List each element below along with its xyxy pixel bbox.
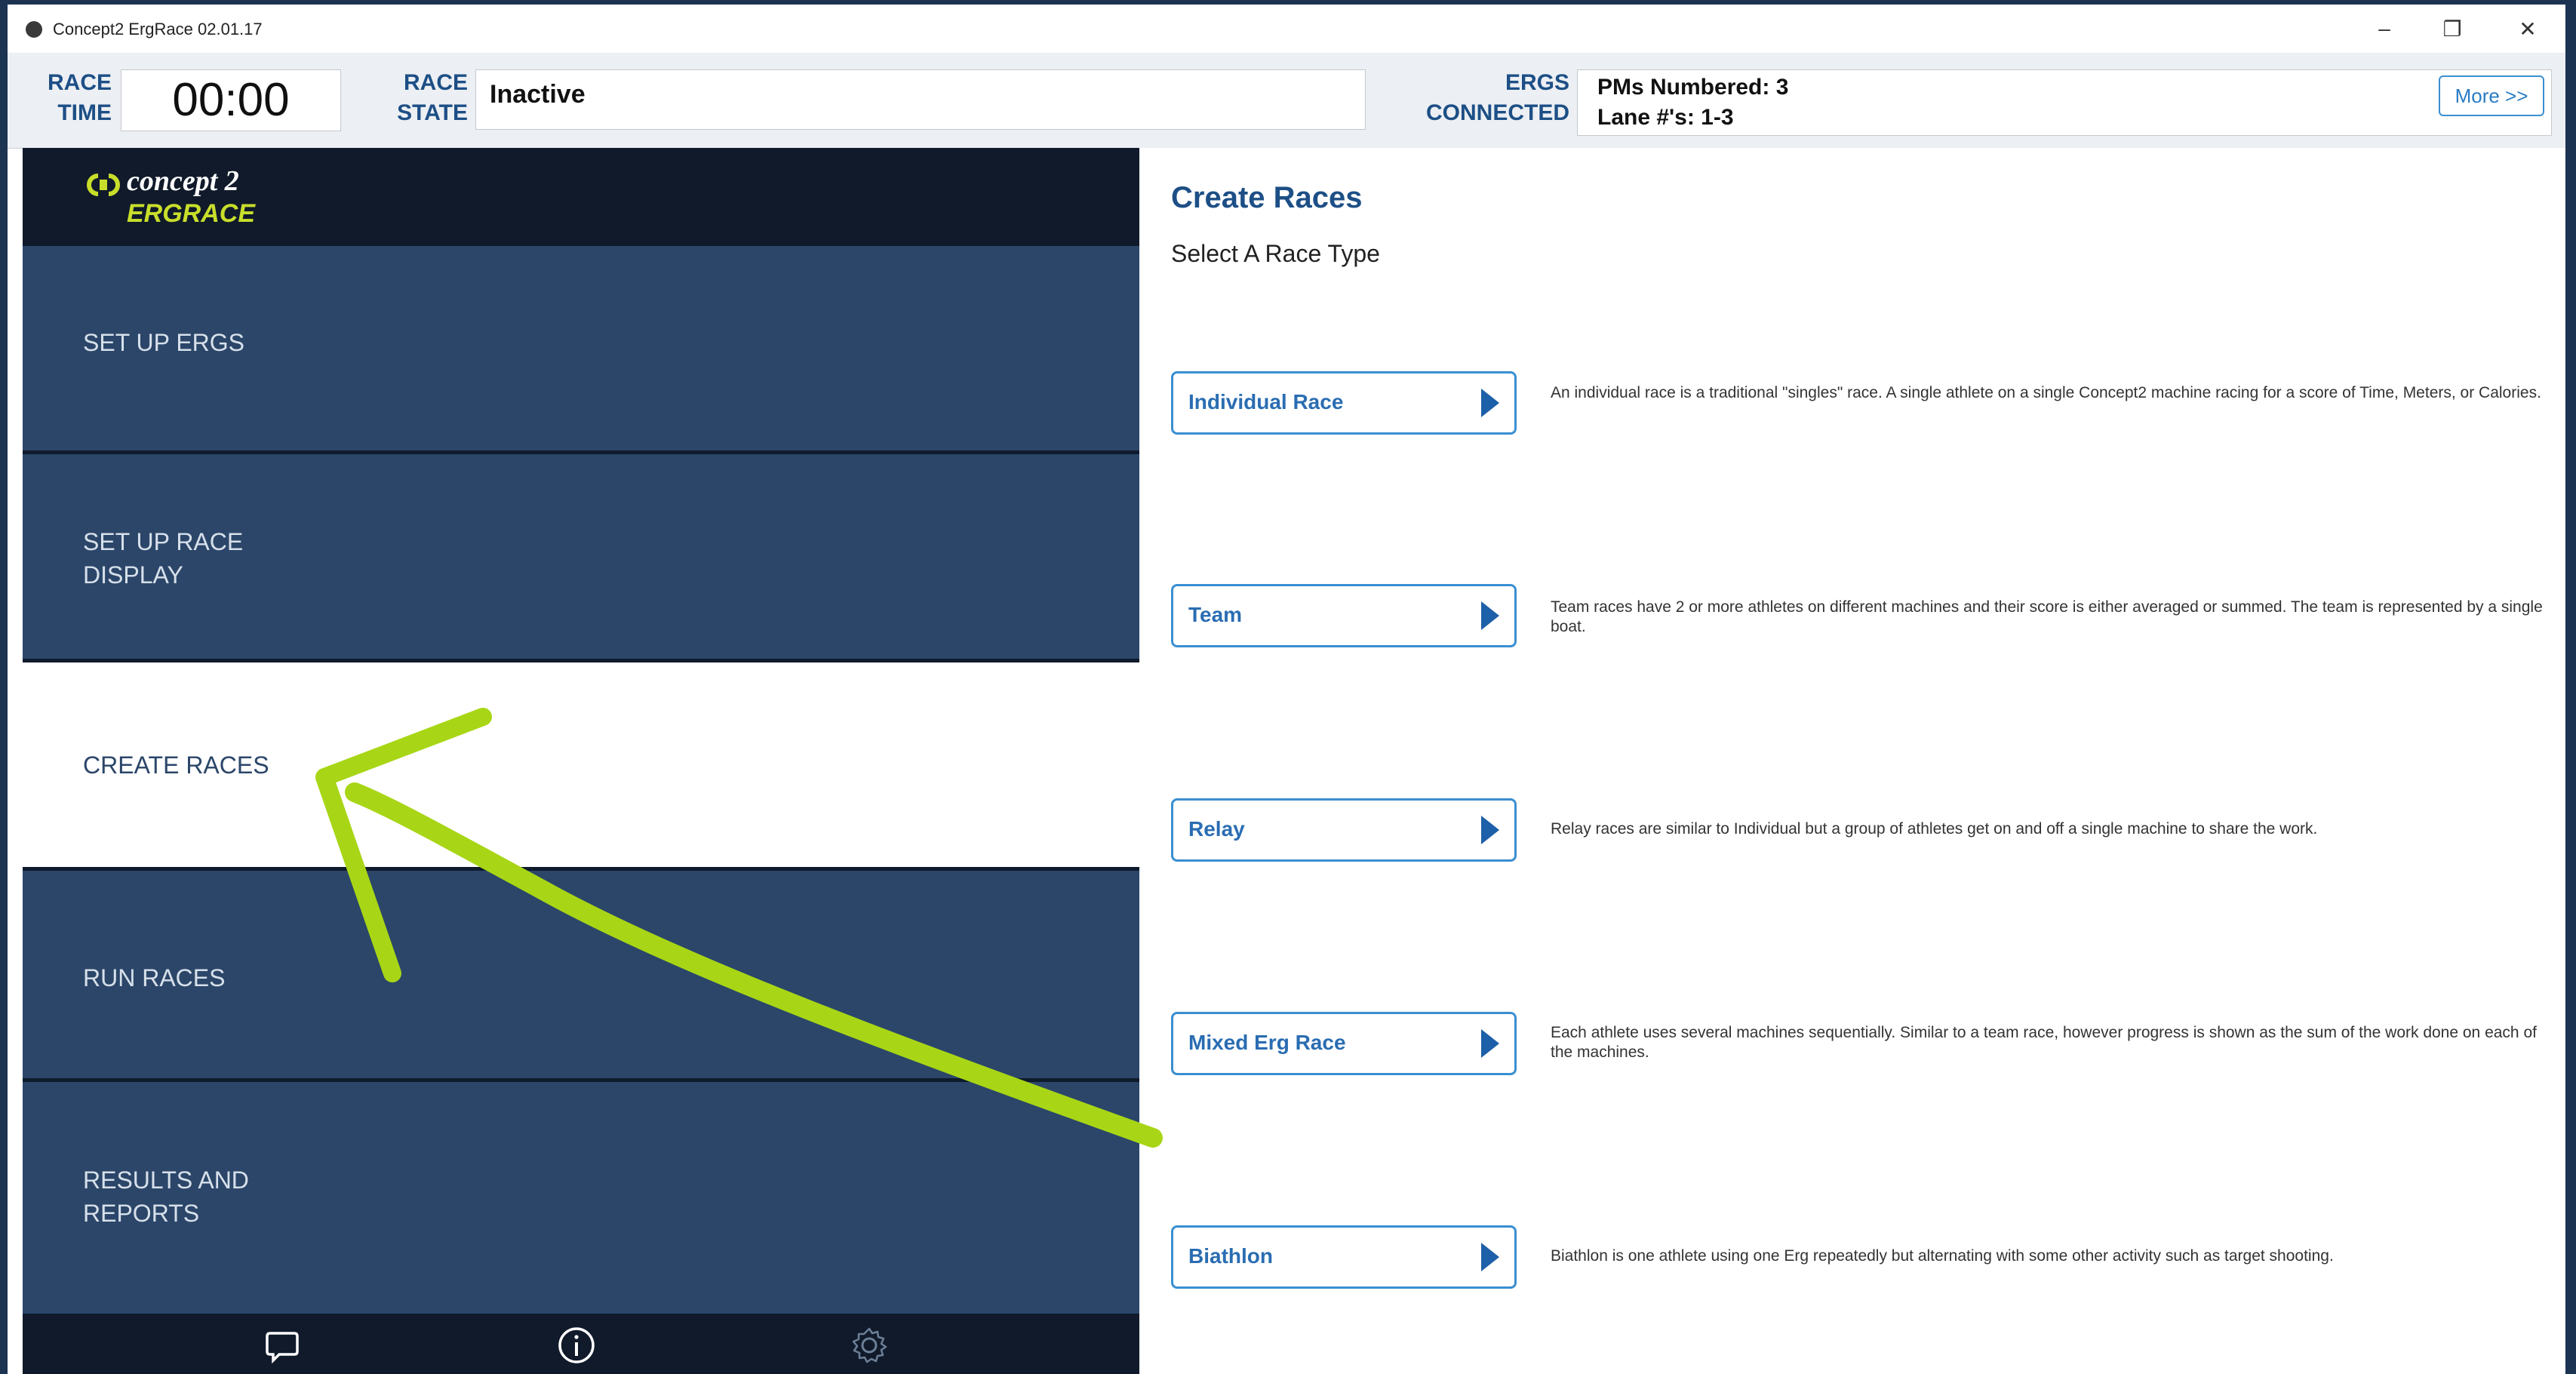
- ergs-connected-label: ERGS CONNECTED: [1381, 68, 1569, 128]
- nav-label: RESULTS AND REPORTS: [83, 1167, 249, 1227]
- nav-label: RUN RACES: [83, 964, 226, 991]
- app-icon: [26, 21, 42, 38]
- play-arrow-icon: [1481, 816, 1499, 844]
- main-content: Create Races Select A Race Type Individu…: [1139, 148, 2565, 1374]
- play-arrow-icon: [1481, 389, 1499, 417]
- mixed-erg-race-button[interactable]: Mixed Erg Race: [1171, 1012, 1517, 1075]
- ergs-label-line2: CONNECTED: [1425, 100, 1569, 125]
- relay-race-button[interactable]: Relay: [1171, 798, 1517, 862]
- nav-run-races[interactable]: RUN RACES: [23, 874, 1139, 1082]
- relay-race-description: Relay races are similar to Individual bu…: [1551, 820, 2318, 838]
- race-state-label-line2: STATE: [397, 100, 468, 125]
- ergs-connected-box: PMs Numbered: 3 Lane #'s: 1-3: [1577, 69, 2552, 136]
- play-arrow-icon: [1481, 1243, 1499, 1271]
- nav-set-up-race-display[interactable]: SET UP RACE DISPLAY: [23, 454, 1139, 662]
- race-state-value: Inactive: [475, 69, 1366, 130]
- app-window: Concept2 ErgRace 02.01.17 – ❐ ✕ RACE TIM…: [8, 5, 2565, 1374]
- button-label: Individual Race: [1188, 390, 1344, 413]
- mixed-erg-race-description: Each athlete uses several machines seque…: [1551, 1024, 2537, 1061]
- ergs-label-line1: ERGS: [1505, 70, 1569, 95]
- pms-numbered: PMs Numbered: 3: [1597, 75, 1789, 100]
- window-title: Concept2 ErgRace 02.01.17: [53, 20, 263, 38]
- page-subtitle: Select A Race Type: [1171, 240, 1380, 267]
- biathlon-race-description: Biathlon is one athlete using one Erg re…: [1551, 1247, 2334, 1265]
- logo-text-ergrace: ERGRACE: [127, 199, 256, 228]
- page-title: Create Races: [1171, 181, 1363, 214]
- concept2-logo-icon: [87, 174, 120, 196]
- button-label: Mixed Erg Race: [1188, 1031, 1346, 1054]
- close-button[interactable]: ✕: [2505, 11, 2550, 47]
- minimize-button[interactable]: –: [2362, 11, 2407, 47]
- team-race-button[interactable]: Team: [1171, 584, 1517, 647]
- individual-race-button[interactable]: Individual Race: [1171, 371, 1517, 435]
- title-bar: Concept2 ErgRace 02.01.17 – ❐ ✕: [8, 5, 2565, 53]
- individual-race-description: An individual race is a traditional "sin…: [1551, 384, 2541, 401]
- nav-label: SET UP ERGS: [83, 329, 244, 356]
- play-arrow-icon: [1481, 601, 1499, 630]
- sidebar: concept 2 ERGRACE SET UP ERGS SET UP RAC…: [23, 148, 1139, 1374]
- button-label: Relay: [1188, 817, 1245, 841]
- nav-create-races[interactable]: CREATE RACES: [23, 662, 1139, 871]
- button-label: Team: [1188, 603, 1243, 626]
- nav-set-up-ergs[interactable]: SET UP ERGS: [23, 246, 1139, 454]
- info-icon[interactable]: [555, 1324, 598, 1366]
- race-time-label-line1: RACE: [47, 70, 112, 95]
- race-state-label-line1: RACE: [403, 70, 468, 95]
- biathlon-race-button[interactable]: Biathlon: [1171, 1225, 1517, 1289]
- logo-text-concept2: concept 2: [127, 165, 239, 197]
- lane-numbers: Lane #'s: 1-3: [1597, 105, 1734, 130]
- nav-results-and-reports[interactable]: RESULTS AND REPORTS: [23, 1082, 1139, 1314]
- nav-label: SET UP RACE DISPLAY: [83, 528, 244, 589]
- logo: concept 2 ERGRACE: [23, 148, 1139, 246]
- race-time-value: 00:00: [121, 69, 341, 131]
- maximize-button[interactable]: ❐: [2430, 11, 2475, 47]
- chat-icon[interactable]: [261, 1324, 303, 1366]
- button-label: Biathlon: [1188, 1244, 1273, 1268]
- more-button[interactable]: More >>: [2439, 75, 2544, 116]
- play-arrow-icon: [1481, 1029, 1499, 1058]
- nav-label: CREATE RACES: [83, 752, 269, 779]
- status-bar: RACE TIME 00:00 RACE STATE Inactive ERGS…: [8, 53, 2565, 149]
- team-race-description: Team races have 2 or more athletes on di…: [1551, 598, 2543, 635]
- gear-icon[interactable]: [848, 1324, 890, 1366]
- race-time-label: RACE TIME: [14, 68, 112, 128]
- sidebar-footer: [23, 1314, 1139, 1374]
- race-state-label: RACE STATE: [362, 68, 468, 128]
- race-time-label-line2: TIME: [57, 100, 112, 125]
